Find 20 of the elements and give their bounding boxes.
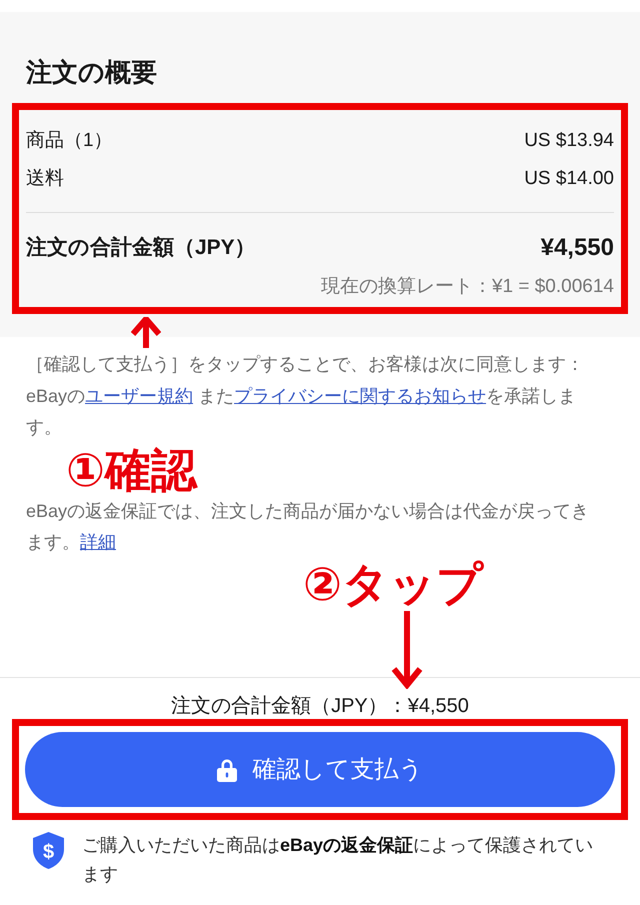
- line-item-label: 送料: [26, 167, 64, 191]
- line-item-amount: US $14.00: [524, 167, 614, 191]
- summary-title: 注文の概要: [26, 56, 158, 89]
- pay-button[interactable]: 確認して支払う: [25, 732, 615, 807]
- order-total-label: 注文の合計金額（JPY）: [26, 234, 256, 261]
- exchange-rate-text: 現在の換算レート：¥1 = $0.00614: [320, 276, 614, 297]
- order-total-amount: ¥4,550: [540, 233, 614, 263]
- guarantee-text: ご購入いただいた商品はeBayの返金保証によって保護されています: [82, 834, 594, 886]
- lock-icon: [216, 758, 236, 782]
- checkout-total-text: 注文の合計金額（JPY）：¥4,550: [170, 694, 470, 719]
- notice-link[interactable]: 詳細: [80, 532, 116, 552]
- notice-text: ［確認して支払う］をタップすることで、お客様は次に同意します：eBayのユーザー規約 またプライバシーに関するお知らせを承諾します。: [26, 353, 585, 439]
- callout-label: ①確認: [66, 447, 197, 493]
- notice-text: eBayの返金保証では、注文した商品が届かない場合は代金が戻ってきます。詳細: [26, 500, 590, 554]
- line-item-label: 商品（1）: [26, 129, 113, 153]
- callout-label: ②タップ: [303, 561, 483, 607]
- line-item-amount: US $13.94: [524, 129, 614, 153]
- notice-link[interactable]: プライバシーに関するお知らせ: [234, 386, 486, 406]
- notice-link[interactable]: ユーザー規約: [85, 386, 194, 406]
- shield-icon: $: [33, 832, 64, 869]
